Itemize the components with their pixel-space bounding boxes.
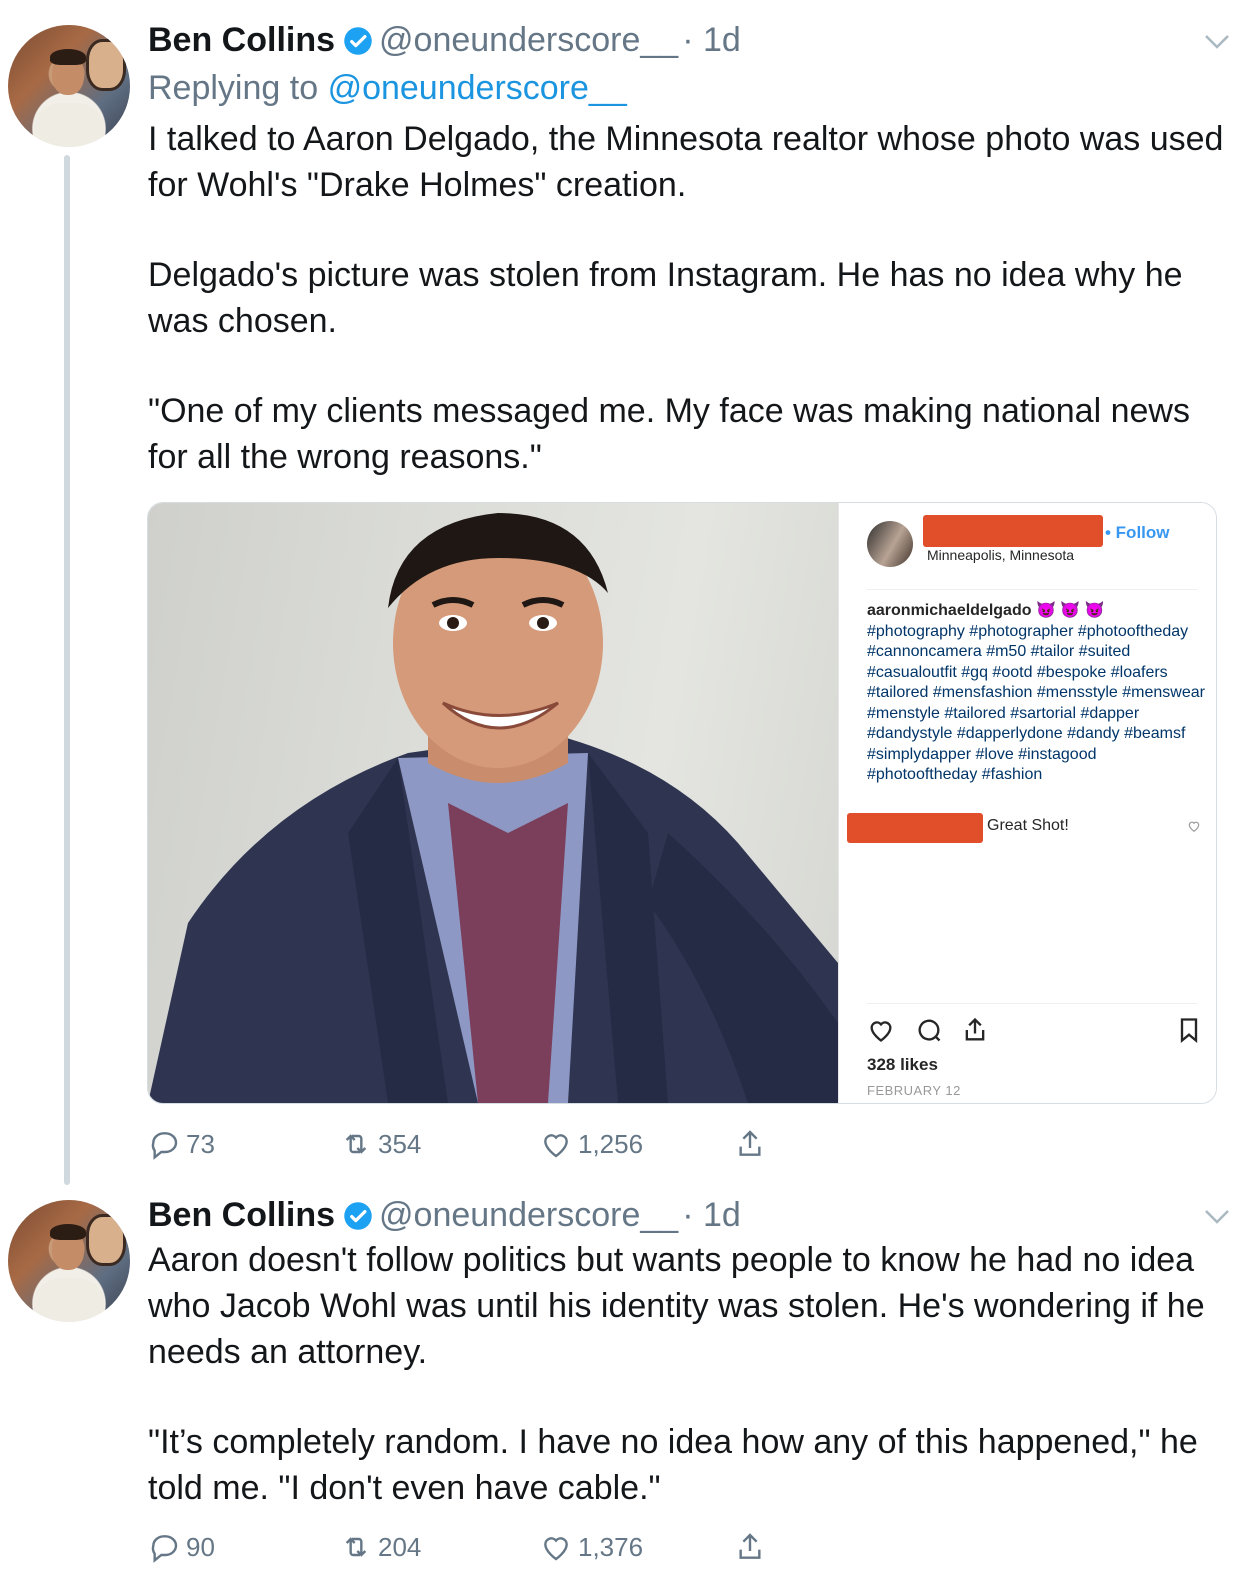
like-count: 1,256: [578, 1128, 644, 1159]
ig-caption: aaronmichaeldelgado 😈 😈 😈 #photography #…: [867, 601, 1207, 786]
redacted-username: [923, 515, 1103, 547]
ig-action-bar: [867, 1015, 1198, 1047]
share-icon: [739, 1130, 761, 1156]
retweet-icon: [345, 1134, 367, 1154]
author-handle[interactable]: @oneunderscore__: [379, 1196, 678, 1234]
reply-button[interactable]: 90: [148, 1527, 215, 1567]
ig-divider: [867, 589, 1197, 590]
ig-post-date[interactable]: FEBRUARY 12: [867, 1083, 961, 1098]
tweet-2: Ben Collins @oneunderscore__ · 1d Aaron do…: [0, 1195, 1250, 1595]
tweet-paragraph: Aaron doesn't follow politics but wants …: [148, 1241, 1205, 1371]
ig-likes-count[interactable]: 328 likes: [867, 1055, 938, 1075]
tweet-paragraph: "It’s completely random. I have no idea …: [148, 1423, 1198, 1507]
instagram-post-panel: • Follow Minneapolis, Minnesota aaronmic…: [838, 503, 1216, 1103]
share-icon: [739, 1533, 761, 1559]
ig-caption-hashtags[interactable]: #photography #photographer #photooftheda…: [867, 623, 1205, 784]
retweet-button[interactable]: 204: [340, 1527, 421, 1567]
like-icon: [544, 1537, 568, 1561]
verified-badge-icon: [344, 1202, 372, 1230]
tweet-text: I talked to Aaron Delgado, the Minnesota…: [148, 116, 1228, 480]
reply-icon: [151, 1132, 178, 1160]
ig-bookmark-icon[interactable]: [1175, 1015, 1203, 1045]
verified-badge-icon: [344, 27, 372, 55]
thread-connector-line: [64, 155, 70, 1185]
ig-share-icon[interactable]: [961, 1015, 989, 1045]
tweet-time[interactable]: · 1d: [682, 21, 741, 59]
chevron-down-icon[interactable]: [1204, 1209, 1230, 1225]
replying-to-handle-link[interactable]: @oneunderscore__: [328, 69, 627, 107]
tweet-actions: 73 354 1,256: [148, 1124, 788, 1164]
tweet-header: Ben Collins @oneunderscore__ · 1d: [148, 20, 741, 60]
retweet-button[interactable]: 354: [340, 1124, 421, 1164]
reply-button[interactable]: 73: [148, 1124, 215, 1164]
replying-to-label: Replying to: [148, 69, 319, 107]
share-button[interactable]: [734, 1527, 772, 1567]
reply-count: 73: [186, 1128, 215, 1159]
ig-location[interactable]: Minneapolis, Minnesota: [927, 547, 1074, 563]
like-button[interactable]: 1,376: [540, 1527, 643, 1567]
author-handle[interactable]: @oneunderscore__: [379, 21, 678, 59]
tweet-time[interactable]: · 1d: [682, 1196, 741, 1234]
selfie-photo: [148, 503, 838, 1103]
ig-comment-text: Great Shot!: [987, 817, 1069, 834]
ig-comment-heart-icon[interactable]: [1187, 819, 1201, 833]
tweet-paragraph: "One of my clients messaged me. My face …: [148, 392, 1190, 476]
reply-count: 90: [186, 1531, 215, 1562]
chevron-down-icon[interactable]: [1204, 34, 1230, 50]
tweet-header: Ben Collins @oneunderscore__ · 1d: [148, 1195, 741, 1235]
tweet-1: Ben Collins @oneunderscore__ · 1d Replying…: [0, 0, 1250, 1185]
redacted-commenter: [847, 813, 983, 843]
ig-follow-button[interactable]: • Follow: [1105, 523, 1170, 543]
share-button[interactable]: [734, 1124, 772, 1164]
replying-to: Replying to @oneunderscore__: [148, 68, 627, 108]
retweet-count: 204: [378, 1531, 422, 1562]
tweet-text: Aaron doesn't follow politics but wants …: [148, 1237, 1228, 1511]
retweet-count: 354: [378, 1128, 422, 1159]
man-in-suit-photo: [148, 513, 838, 1103]
like-button[interactable]: 1,256: [540, 1124, 643, 1164]
author-name[interactable]: Ben Collins: [148, 21, 335, 59]
retweet-icon: [345, 1537, 367, 1557]
ig-divider: [867, 1003, 1197, 1004]
ig-heart-icon[interactable]: [867, 1015, 895, 1045]
reply-icon: [151, 1535, 178, 1563]
ig-comment-icon[interactable]: [915, 1015, 943, 1045]
ig-caption-username[interactable]: aaronmichaeldelgado: [867, 602, 1032, 619]
author-avatar[interactable]: [8, 1200, 130, 1322]
like-icon: [544, 1134, 568, 1158]
author-avatar[interactable]: [8, 25, 130, 147]
tweet-actions: 90 204 1,376: [148, 1527, 788, 1567]
tweet-paragraph: I talked to Aaron Delgado, the Minnesota…: [148, 120, 1224, 204]
like-count: 1,376: [578, 1531, 644, 1562]
tweet-paragraph: Delgado's picture was stolen from Instag…: [148, 256, 1183, 340]
tweet-media-image[interactable]: • Follow Minneapolis, Minnesota aaronmic…: [147, 502, 1217, 1104]
ig-caption-emoji: 😈 😈 😈: [1035, 602, 1105, 619]
author-name[interactable]: Ben Collins: [148, 1196, 335, 1234]
ig-user-avatar[interactable]: [867, 521, 913, 567]
